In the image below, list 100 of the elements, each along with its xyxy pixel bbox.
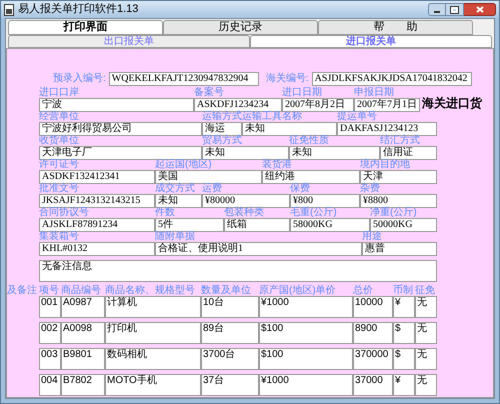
input-field[interactable]: 海运 (202, 122, 242, 136)
input-field[interactable]: AJSKLF87891234 (39, 218, 155, 232)
table-cell[interactable]: $ (393, 322, 415, 344)
table-cell[interactable]: 003 (39, 348, 61, 370)
field-label: 毛重(公斤) (290, 208, 337, 218)
field-label: 经营单位 (39, 112, 79, 122)
table-cell[interactable]: A0987 (61, 296, 105, 318)
field-label: 保费 (290, 184, 310, 194)
table-cell[interactable]: 10000 (353, 296, 393, 318)
column-header: 项号 (39, 286, 60, 296)
table-cell[interactable]: ¥ (393, 374, 415, 396)
input-field[interactable]: 未知 (202, 146, 289, 160)
input-field[interactable]: 纽约港 (262, 170, 360, 184)
table-cell[interactable]: 001 (39, 296, 61, 318)
field-label: 进口日期 (282, 88, 322, 98)
table-cell[interactable]: ¥ (393, 296, 415, 318)
input-field[interactable]: 2007年7月1日 (354, 98, 420, 112)
table-cell[interactable]: B9801 (61, 348, 105, 370)
input-field[interactable]: WQEKELKFAJT1230947832904 (108, 72, 259, 86)
input-field[interactable]: 58000KG (290, 218, 370, 232)
column-header: 商品名称、规格型号 (105, 286, 196, 296)
input-field[interactable]: ¥80000 (202, 194, 290, 208)
field-label: 用途 (362, 232, 382, 242)
field-label: 装货港 (262, 160, 292, 170)
table-cell[interactable]: $ (393, 348, 415, 370)
field-label: 净重(公斤) (370, 208, 417, 218)
column-header: 币制 (393, 286, 414, 296)
table-cell[interactable]: $100 (259, 322, 353, 344)
table-cell[interactable]: 89台 (201, 322, 259, 344)
field-label: 随附单据 (155, 232, 195, 242)
input-field[interactable]: ASDKF132412341 (39, 170, 155, 184)
input-field[interactable]: 2007年8月2日 (282, 98, 354, 112)
table-cell[interactable]: MOTO手机 (105, 374, 201, 396)
close-button[interactable] (464, 3, 496, 16)
table-cell[interactable]: 无 (415, 296, 437, 318)
column-header: 征免 (415, 286, 436, 296)
input-field[interactable]: 未知 (289, 146, 380, 160)
input-field[interactable]: 5件 (155, 218, 224, 232)
field-label: 海关编号: (266, 72, 309, 86)
tab[interactable]: 帮 助 (318, 20, 473, 35)
field-label: 征免性质 (289, 136, 329, 146)
tab[interactable]: 打印界面 (8, 20, 163, 35)
input-field[interactable]: ¥8800 (360, 194, 437, 208)
column-header: 商品编号 (61, 286, 102, 296)
remarks-field[interactable]: 无备注信息 (39, 260, 437, 282)
column-header: 原产国(地区)单价 (259, 286, 337, 296)
table-cell[interactable]: 002 (39, 322, 61, 344)
table-cell[interactable]: 004 (39, 374, 61, 396)
input-field[interactable]: 天津电子厂 (39, 146, 202, 160)
input-field[interactable]: DAKFASJ1234123 (337, 122, 437, 136)
table-cell[interactable]: A0098 (61, 322, 105, 344)
field-label: 件数 (155, 208, 175, 218)
column-header: 数量及单位 (201, 286, 252, 296)
field-label: 杂费 (360, 184, 380, 194)
table-cell[interactable]: ¥1000 (259, 296, 353, 318)
tab[interactable]: 进口报关单 (250, 35, 492, 48)
input-field[interactable]: 50000KG (370, 218, 437, 232)
input-field[interactable]: 信用证 (380, 146, 437, 160)
minimize-button[interactable] (428, 3, 446, 16)
table-cell[interactable]: B7802 (61, 374, 105, 396)
table-cell[interactable]: 无 (415, 374, 437, 396)
field-label: 贸易方式 (202, 136, 242, 146)
field-label: 运输工具名称 (242, 112, 302, 122)
input-field[interactable]: 未知 (242, 122, 337, 136)
table-cell[interactable]: 37000 (353, 374, 393, 396)
form-title: 海关进口货 (422, 95, 482, 112)
input-field[interactable]: ¥800 (290, 194, 360, 208)
input-field[interactable]: KHL#0132 (39, 242, 155, 256)
table-cell[interactable]: 无 (415, 348, 437, 370)
table-cell[interactable]: 数码相机 (105, 348, 201, 370)
table-cell[interactable]: $100 (259, 348, 353, 370)
input-field[interactable]: ASJDLKFSAKJKJDSA17041832042 (312, 72, 472, 86)
field-label: 备案号 (194, 88, 224, 98)
tab[interactable]: 历史记录 (163, 20, 318, 35)
input-field[interactable]: 合格证、使用说明1 (155, 242, 362, 256)
table-cell[interactable]: 无 (415, 322, 437, 344)
field-label: 收货单位 (39, 136, 79, 146)
table-cell[interactable]: 37台 (201, 374, 259, 396)
field-label: 结汇方式 (380, 136, 420, 146)
table-cell[interactable]: 370000 (353, 348, 393, 370)
field-label: 运费 (202, 184, 222, 194)
field-label: 成交方式 (155, 184, 195, 194)
input-field[interactable]: JKSAJF1243132143215 (39, 194, 155, 208)
close-icon (476, 6, 484, 13)
field-label: 批准文号 (39, 184, 79, 194)
input-field[interactable]: 纸箱 (224, 218, 290, 232)
input-field[interactable]: 天津 (360, 170, 437, 184)
maximize-button[interactable] (446, 3, 464, 16)
input-field[interactable]: 未知 (155, 194, 202, 208)
field-label: 提运单号 (337, 112, 377, 122)
table-cell[interactable]: 计算机 (105, 296, 201, 318)
table-cell[interactable]: 打印机 (105, 322, 201, 344)
field-label: 集装箱号 (39, 232, 79, 242)
field-label: 起运国(地区) (155, 160, 212, 170)
table-cell[interactable]: 3700台 (201, 348, 259, 370)
table-cell[interactable]: 8900 (353, 322, 393, 344)
table-cell[interactable]: ¥1000 (259, 374, 353, 396)
table-cell[interactable]: 10台 (201, 296, 259, 318)
input-field[interactable]: ASKDFJ1234234 (194, 98, 282, 112)
document-icon (4, 4, 14, 16)
